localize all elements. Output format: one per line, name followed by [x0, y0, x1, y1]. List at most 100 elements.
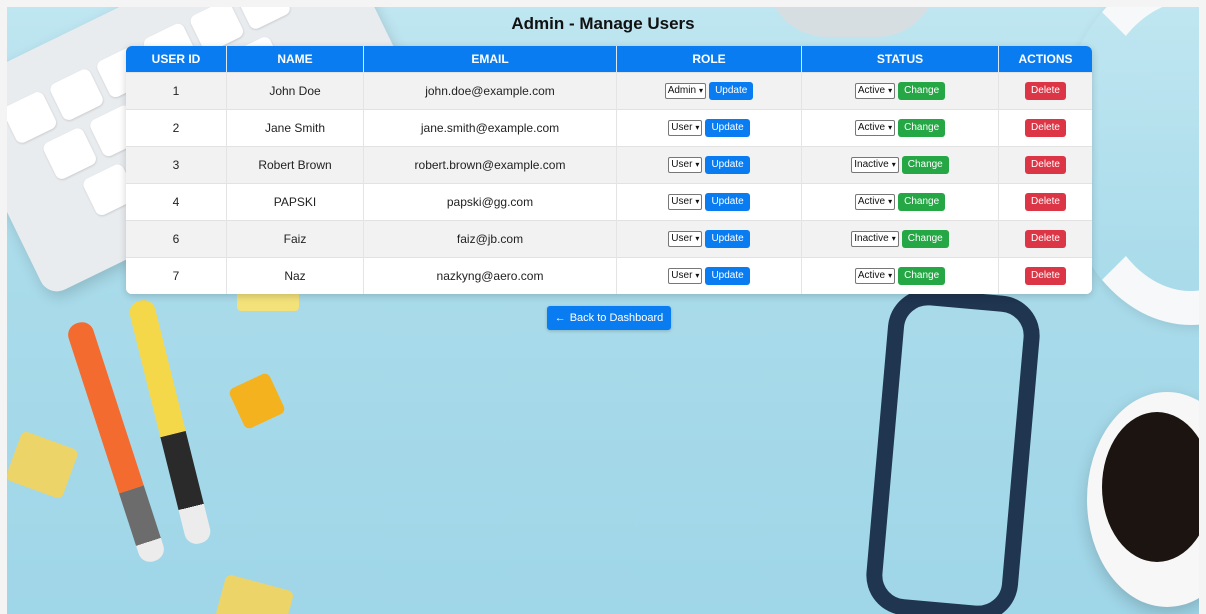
chevron-down-icon: ▾ [695, 160, 700, 169]
status-select[interactable]: Active ▾ [854, 268, 896, 284]
status-select[interactable]: Inactive ▾ [851, 231, 899, 247]
delete-user-button[interactable]: Delete [1025, 156, 1066, 174]
cell-user-id: 3 [126, 146, 227, 184]
update-role-button[interactable]: Update [705, 267, 750, 285]
role-select-value: User [671, 233, 693, 244]
role-select-value: Admin [667, 85, 697, 96]
status-select[interactable]: Active ▾ [854, 83, 896, 99]
cell-name: Jane Smith [226, 109, 364, 147]
delete-user-button[interactable]: Delete [1025, 230, 1066, 248]
cell-user-id: 4 [126, 183, 227, 221]
cell-role: User ▾ Update [616, 257, 802, 294]
cell-actions: Delete [998, 109, 1092, 147]
change-status-button[interactable]: Change [901, 230, 949, 248]
change-status-button[interactable]: Change [898, 193, 946, 211]
cell-email: jane.smith@example.com [363, 109, 617, 147]
cell-status: Active ▾ Change [801, 183, 999, 221]
status-select-value: Inactive [854, 233, 889, 244]
cell-email: nazkyng@aero.com [363, 257, 617, 294]
cell-role: User ▾ Update [616, 220, 802, 258]
arrow-left-icon: ← [554, 312, 566, 324]
delete-user-button[interactable]: Delete [1025, 119, 1066, 137]
cell-email: papski@gg.com [363, 183, 617, 221]
status-select[interactable]: Inactive ▾ [851, 157, 899, 173]
update-role-button[interactable]: Update [709, 82, 754, 100]
cell-status: Active ▾ Change [801, 257, 999, 294]
table-row: 1 John Doe john.doe@example.com Admin ▾ Up… [126, 72, 1092, 110]
status-select[interactable]: Active ▾ [854, 120, 896, 136]
role-select[interactable]: User ▾ [668, 157, 703, 173]
update-role-button[interactable]: Update [705, 193, 750, 211]
chevron-down-icon: ▾ [888, 123, 893, 132]
chevron-down-icon: ▾ [891, 160, 896, 169]
role-select[interactable]: Admin ▾ [664, 83, 707, 99]
role-select-value: User [671, 270, 693, 281]
chevron-down-icon: ▾ [695, 123, 700, 132]
status-select[interactable]: Active ▾ [854, 194, 896, 210]
users-table: USER ID NAME EMAIL ROLE STATUS ACTIONS 1… [126, 46, 1092, 294]
chevron-down-icon: ▾ [888, 86, 893, 95]
chevron-down-icon: ▾ [888, 271, 893, 280]
header-status: STATUS [801, 46, 999, 73]
role-select[interactable]: User ▾ [668, 231, 703, 247]
update-role-button[interactable]: Update [705, 230, 750, 248]
back-to-dashboard-button[interactable]: ← Back to Dashboard [547, 306, 671, 330]
users-table-panel: USER ID NAME EMAIL ROLE STATUS ACTIONS 1… [126, 46, 1092, 294]
cell-role: User ▾ Update [616, 146, 802, 184]
cell-actions: Delete [998, 220, 1092, 258]
update-role-button[interactable]: Update [705, 119, 750, 137]
chevron-down-icon: ▾ [891, 234, 896, 243]
role-select[interactable]: User ▾ [668, 120, 703, 136]
role-select[interactable]: User ▾ [668, 268, 703, 284]
cell-status: Active ▾ Change [801, 109, 999, 147]
eyeglasses-decoration [863, 285, 1043, 614]
role-select[interactable]: User ▾ [668, 194, 703, 210]
sharpener-decoration [227, 371, 287, 431]
cell-email: john.doe@example.com [363, 72, 617, 110]
cell-name: PAPSKI [226, 183, 364, 221]
cell-user-id: 1 [126, 72, 227, 110]
cell-user-id: 7 [126, 257, 227, 294]
cell-name: John Doe [226, 72, 364, 110]
role-select-value: User [671, 159, 693, 170]
role-select-value: User [671, 196, 693, 207]
cell-actions: Delete [998, 183, 1092, 221]
chevron-down-icon: ▾ [695, 234, 700, 243]
chevron-down-icon: ▾ [888, 197, 893, 206]
cell-name: Naz [226, 257, 364, 294]
table-row: 7 Naz nazkyng@aero.com User ▾ Update Activ… [126, 257, 1092, 294]
cell-actions: Delete [998, 146, 1092, 184]
status-select-value: Inactive [854, 159, 889, 170]
cell-name: Faiz [226, 220, 364, 258]
role-select-value: User [671, 122, 693, 133]
header-name: NAME [226, 46, 364, 73]
header-actions: ACTIONS [998, 46, 1092, 73]
table-row: 3 Robert Brown robert.brown@example.com … [126, 146, 1092, 184]
delete-user-button[interactable]: Delete [1025, 82, 1066, 100]
update-role-button[interactable]: Update [705, 156, 750, 174]
binder-clip-decoration [7, 430, 80, 500]
binder-clip-decoration-2 [213, 573, 295, 614]
header-role: ROLE [616, 46, 802, 73]
table-row: 4 PAPSKI papski@gg.com User ▾ Update Activ… [126, 183, 1092, 221]
cell-status: Inactive ▾ Change [801, 146, 999, 184]
change-status-button[interactable]: Change [901, 156, 949, 174]
delete-user-button[interactable]: Delete [1025, 193, 1066, 211]
status-select-value: Active [857, 122, 886, 133]
table-header-row: USER ID NAME EMAIL ROLE STATUS ACTIONS [126, 46, 1092, 73]
cell-email: robert.brown@example.com [363, 146, 617, 184]
change-status-button[interactable]: Change [898, 82, 946, 100]
table-row: 2 Jane Smith jane.smith@example.com User… [126, 109, 1092, 147]
cell-user-id: 2 [126, 109, 227, 147]
chevron-down-icon: ▾ [695, 271, 700, 280]
status-select-value: Active [857, 85, 886, 96]
back-button-label: Back to Dashboard [569, 312, 664, 324]
status-select-value: Active [857, 270, 886, 281]
page-title: Admin - Manage Users [511, 14, 695, 33]
cell-name: Robert Brown [226, 146, 364, 184]
change-status-button[interactable]: Change [898, 267, 946, 285]
status-select-value: Active [857, 196, 886, 207]
cell-email: faiz@jb.com [363, 220, 617, 258]
delete-user-button[interactable]: Delete [1025, 267, 1066, 285]
change-status-button[interactable]: Change [898, 119, 946, 137]
